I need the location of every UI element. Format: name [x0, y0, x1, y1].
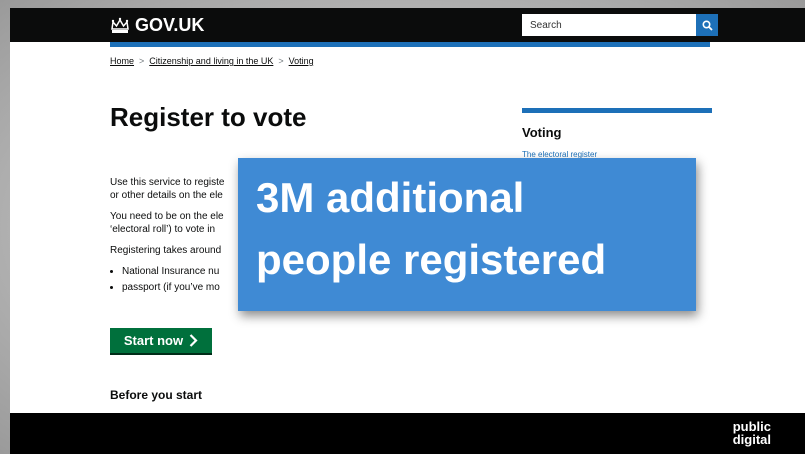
- chevron-right-icon: [189, 334, 198, 347]
- related-blue-rule: [522, 108, 712, 113]
- browser-screen: GOV.UK Home > Citizenship and living in …: [10, 8, 805, 454]
- breadcrumb-home[interactable]: Home: [110, 56, 134, 66]
- breadcrumb: Home > Citizenship and living in the UK …: [110, 56, 314, 66]
- govuk-logo[interactable]: GOV.UK: [110, 15, 204, 36]
- breadcrumb-separator-icon: >: [139, 56, 145, 66]
- intro-p1-line2: or other details on the ele: [110, 190, 223, 201]
- search-input[interactable]: [522, 14, 696, 36]
- stat-callout: 3M additional people registered: [238, 158, 696, 311]
- crown-icon: [111, 17, 129, 33]
- breadcrumb-separator-icon: >: [278, 56, 284, 66]
- search-form: [522, 14, 718, 36]
- public-digital-logo: public digital: [733, 420, 771, 446]
- logo-text: GOV.UK: [135, 15, 205, 35]
- intro-p2-line1: You need to be on the ele: [110, 211, 224, 222]
- before-you-start-heading: Before you start: [110, 388, 203, 402]
- intro-p2-line2: ‘electoral roll’) to vote in: [110, 224, 216, 235]
- related-content: Voting The electoral register: [522, 108, 712, 159]
- callout-line-1: 3M additional: [256, 174, 525, 221]
- breadcrumb-citizenship[interactable]: Citizenship and living in the UK: [149, 56, 273, 66]
- start-button-label: Start now: [123, 333, 184, 348]
- govuk-header: GOV.UK: [10, 8, 805, 42]
- brand-line-2: digital: [732, 432, 771, 447]
- intro-p1-line1: Use this service to registe: [110, 177, 225, 188]
- callout-line-2: people registered: [256, 236, 607, 283]
- footer-bar: public digital: [10, 413, 805, 454]
- header-blue-rule: [110, 42, 710, 47]
- start-now-button[interactable]: Start now: [110, 328, 212, 355]
- page-title: Register to vote: [110, 102, 307, 132]
- search-button[interactable]: [696, 14, 718, 36]
- breadcrumb-voting[interactable]: Voting: [289, 56, 314, 66]
- search-icon: [701, 19, 713, 31]
- related-title: Voting: [522, 125, 562, 140]
